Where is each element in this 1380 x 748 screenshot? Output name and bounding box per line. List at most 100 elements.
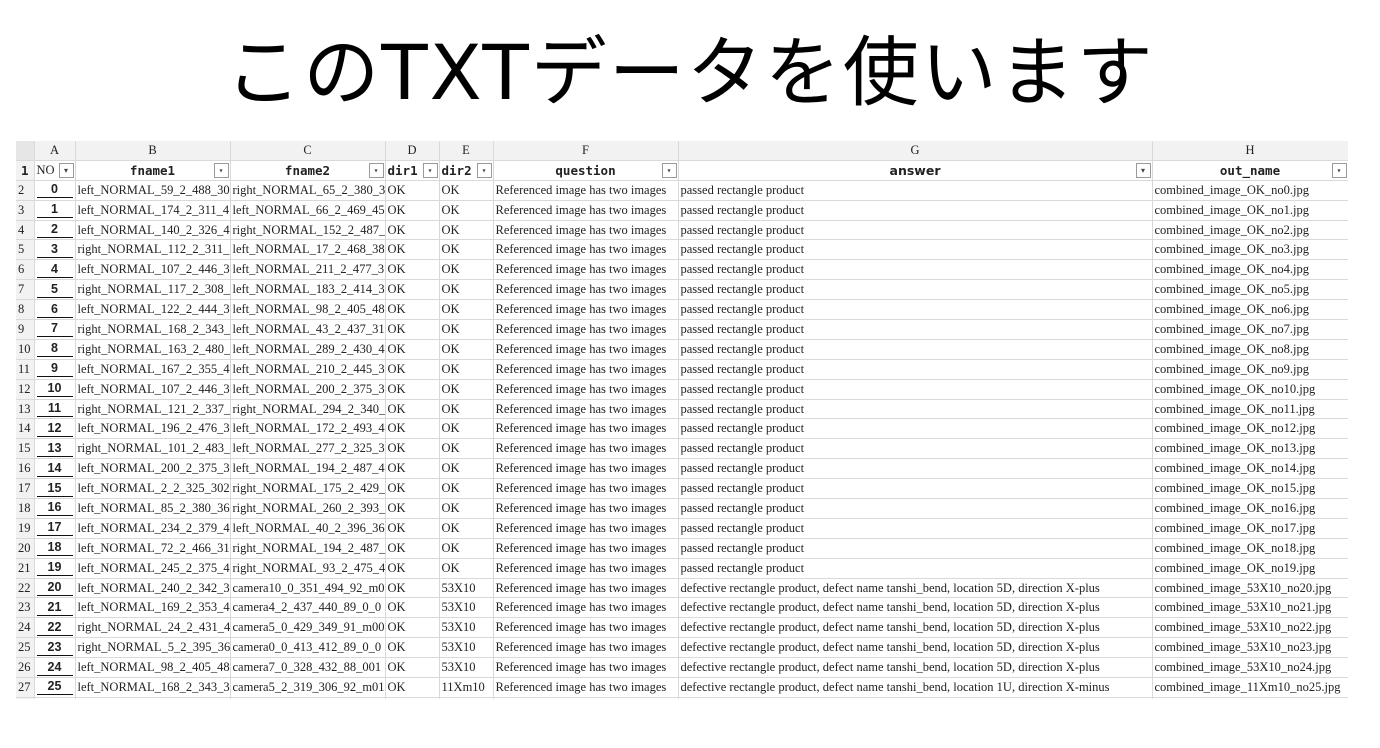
- cell-out-name[interactable]: combined_image_OK_no19.jpg: [1152, 558, 1348, 579]
- cell-out-name[interactable]: combined_image_OK_no1.jpg: [1152, 200, 1348, 221]
- cell-answer[interactable]: passed rectangle product: [678, 319, 1153, 340]
- cell-dir2[interactable]: 53X10: [439, 597, 494, 619]
- filter-dropdown-icon[interactable]: ▾: [476, 162, 492, 178]
- cell-question[interactable]: Referenced image has two images: [493, 637, 679, 659]
- row-number[interactable]: 25: [16, 637, 35, 659]
- cell-fname1[interactable]: right_NORMAL_117_2_308_: [75, 279, 231, 301]
- cell-dir1[interactable]: OK: [385, 279, 440, 301]
- cell-no[interactable]: 9: [34, 359, 76, 380]
- cell-out-name[interactable]: combined_image_OK_no2.jpg: [1152, 220, 1348, 241]
- row-number[interactable]: 4: [16, 220, 35, 241]
- cell-fname2[interactable]: right_NORMAL_175_2_429_: [230, 478, 386, 500]
- cell-dir2[interactable]: 53X10: [439, 637, 494, 659]
- cell-no[interactable]: 19: [34, 558, 76, 579]
- cell-fname1[interactable]: left_NORMAL_98_2_405_48: [75, 657, 231, 679]
- cell-answer[interactable]: defective rectangle product, defect name…: [678, 597, 1153, 619]
- filter-dropdown-icon[interactable]: ▾: [368, 162, 384, 178]
- cell-no[interactable]: 14: [34, 458, 76, 480]
- cell-out-name[interactable]: combined_image_OK_no12.jpg: [1152, 418, 1348, 440]
- column-header-h[interactable]: H: [1152, 141, 1348, 161]
- row-number[interactable]: 7: [16, 279, 35, 301]
- header-fname1[interactable]: fname1 ▾: [75, 160, 231, 181]
- cell-no[interactable]: 17: [34, 518, 76, 539]
- cell-question[interactable]: Referenced image has two images: [493, 657, 679, 679]
- cell-answer[interactable]: passed rectangle product: [678, 558, 1153, 579]
- cell-question[interactable]: Referenced image has two images: [493, 239, 679, 261]
- cell-fname2[interactable]: left_NORMAL_172_2_493_4: [230, 418, 386, 440]
- cell-answer[interactable]: defective rectangle product, defect name…: [678, 677, 1153, 698]
- cell-out-name[interactable]: combined_image_OK_no10.jpg: [1152, 379, 1348, 400]
- cell-dir1[interactable]: OK: [385, 597, 440, 619]
- cell-answer[interactable]: passed rectangle product: [678, 180, 1153, 201]
- cell-question[interactable]: Referenced image has two images: [493, 677, 679, 698]
- cell-fname2[interactable]: left_NORMAL_211_2_477_3: [230, 259, 386, 281]
- cell-out-name[interactable]: combined_image_OK_no17.jpg: [1152, 518, 1348, 539]
- cell-fname1[interactable]: right_NORMAL_5_2_395_36: [75, 637, 231, 659]
- header-answer[interactable]: answer ▾: [678, 160, 1153, 181]
- cell-dir2[interactable]: OK: [439, 259, 494, 281]
- cell-fname1[interactable]: left_NORMAL_107_2_446_3: [75, 379, 231, 400]
- cell-fname2[interactable]: right_NORMAL_260_2_393_: [230, 498, 386, 519]
- row-number[interactable]: 26: [16, 657, 35, 679]
- cell-dir2[interactable]: OK: [439, 180, 494, 201]
- row-number[interactable]: 19: [16, 518, 35, 539]
- cell-question[interactable]: Referenced image has two images: [493, 279, 679, 301]
- cell-answer[interactable]: passed rectangle product: [678, 538, 1153, 559]
- cell-dir1[interactable]: OK: [385, 558, 440, 579]
- cell-fname2[interactable]: camera5_0_429_349_91_m00: [230, 617, 386, 639]
- cell-no[interactable]: 20: [34, 578, 76, 599]
- cell-dir1[interactable]: OK: [385, 220, 440, 241]
- cell-fname1[interactable]: right_NORMAL_112_2_311_: [75, 697, 231, 699]
- cell-question[interactable]: Referenced image has two images: [493, 339, 679, 360]
- cell-no[interactable]: 22: [34, 617, 76, 639]
- cell-fname1[interactable]: left_NORMAL_168_2_343_3: [75, 677, 231, 698]
- cell-dir1[interactable]: OK: [385, 379, 440, 400]
- cell-fname2[interactable]: left_NORMAL_194_2_487_4: [230, 458, 386, 480]
- cell-dir2[interactable]: OK: [439, 339, 494, 360]
- row-number[interactable]: 6: [16, 259, 35, 281]
- row-number[interactable]: 8: [16, 299, 35, 321]
- cell-dir1[interactable]: OK: [385, 478, 440, 500]
- filter-dropdown-icon[interactable]: ▾: [661, 162, 677, 178]
- cell-dir1[interactable]: OK: [385, 359, 440, 380]
- cell-answer[interactable]: passed rectangle product: [678, 399, 1153, 420]
- cell-no[interactable]: 8: [34, 339, 76, 360]
- cell-out-name[interactable]: combined_image_OK_no3.jpg: [1152, 239, 1348, 261]
- cell-dir2[interactable]: OK: [439, 538, 494, 559]
- cell-fname1[interactable]: left_NORMAL_2_2_325_302: [75, 478, 231, 500]
- row-number[interactable]: 2: [16, 180, 35, 201]
- cell-fname1[interactable]: left_NORMAL_200_2_375_3: [75, 458, 231, 480]
- cell-answer[interactable]: passed rectangle product: [678, 518, 1153, 539]
- cell-no[interactable]: 12: [34, 418, 76, 440]
- header-no[interactable]: NO ▾: [34, 160, 76, 181]
- cell-out-name[interactable]: combined_image_OK_no15.jpg: [1152, 478, 1348, 500]
- cell-fname2[interactable]: right_NORMAL_294_2_340_: [230, 399, 386, 420]
- cell-fname1[interactable]: left_NORMAL_169_2_353_4: [75, 597, 231, 619]
- row-number[interactable]: 3: [16, 200, 35, 221]
- cell-no[interactable]: 24: [34, 657, 76, 679]
- cell-no[interactable]: 23: [34, 637, 76, 659]
- cell-dir2[interactable]: OK: [439, 498, 494, 519]
- cell-dir1[interactable]: OK: [385, 617, 440, 639]
- cell-answer[interactable]: passed rectangle product: [678, 438, 1153, 460]
- cell-out-name[interactable]: combined_image_53X10_no21.jpg: [1152, 597, 1348, 619]
- cell-fname2[interactable]: left_NORMAL_183_2_414_3: [230, 279, 386, 301]
- cell-dir2[interactable]: OK: [439, 299, 494, 321]
- cell-answer[interactable]: defective rectangle product, defect name…: [678, 617, 1153, 639]
- column-header-e[interactable]: E: [439, 141, 494, 161]
- cell-answer[interactable]: defective rectangle product, defect name…: [678, 657, 1153, 679]
- cell-out-name[interactable]: combined_image_11Xm10_no25.jpg: [1152, 677, 1348, 698]
- cell-question[interactable]: Referenced image has two images: [493, 697, 679, 699]
- cell-question[interactable]: Referenced image has two images: [493, 359, 679, 380]
- cell-question[interactable]: Referenced image has two images: [493, 558, 679, 579]
- cell-answer[interactable]: defective rectangle product, defect name…: [678, 637, 1153, 659]
- row-number[interactable]: 22: [16, 578, 35, 599]
- cell-out-name[interactable]: combined_image_53X10_no23.jpg: [1152, 637, 1348, 659]
- cell-dir1[interactable]: OK: [385, 239, 440, 261]
- cell-answer[interactable]: defective rectangle product, defect name…: [678, 697, 1153, 699]
- cell-no[interactable]: 3: [34, 239, 76, 261]
- cell-no[interactable]: 11: [34, 399, 76, 420]
- cell-no[interactable]: 25: [34, 677, 76, 698]
- cell-dir2[interactable]: OK: [439, 359, 494, 380]
- header-dir1[interactable]: dir1 ▾: [385, 160, 440, 181]
